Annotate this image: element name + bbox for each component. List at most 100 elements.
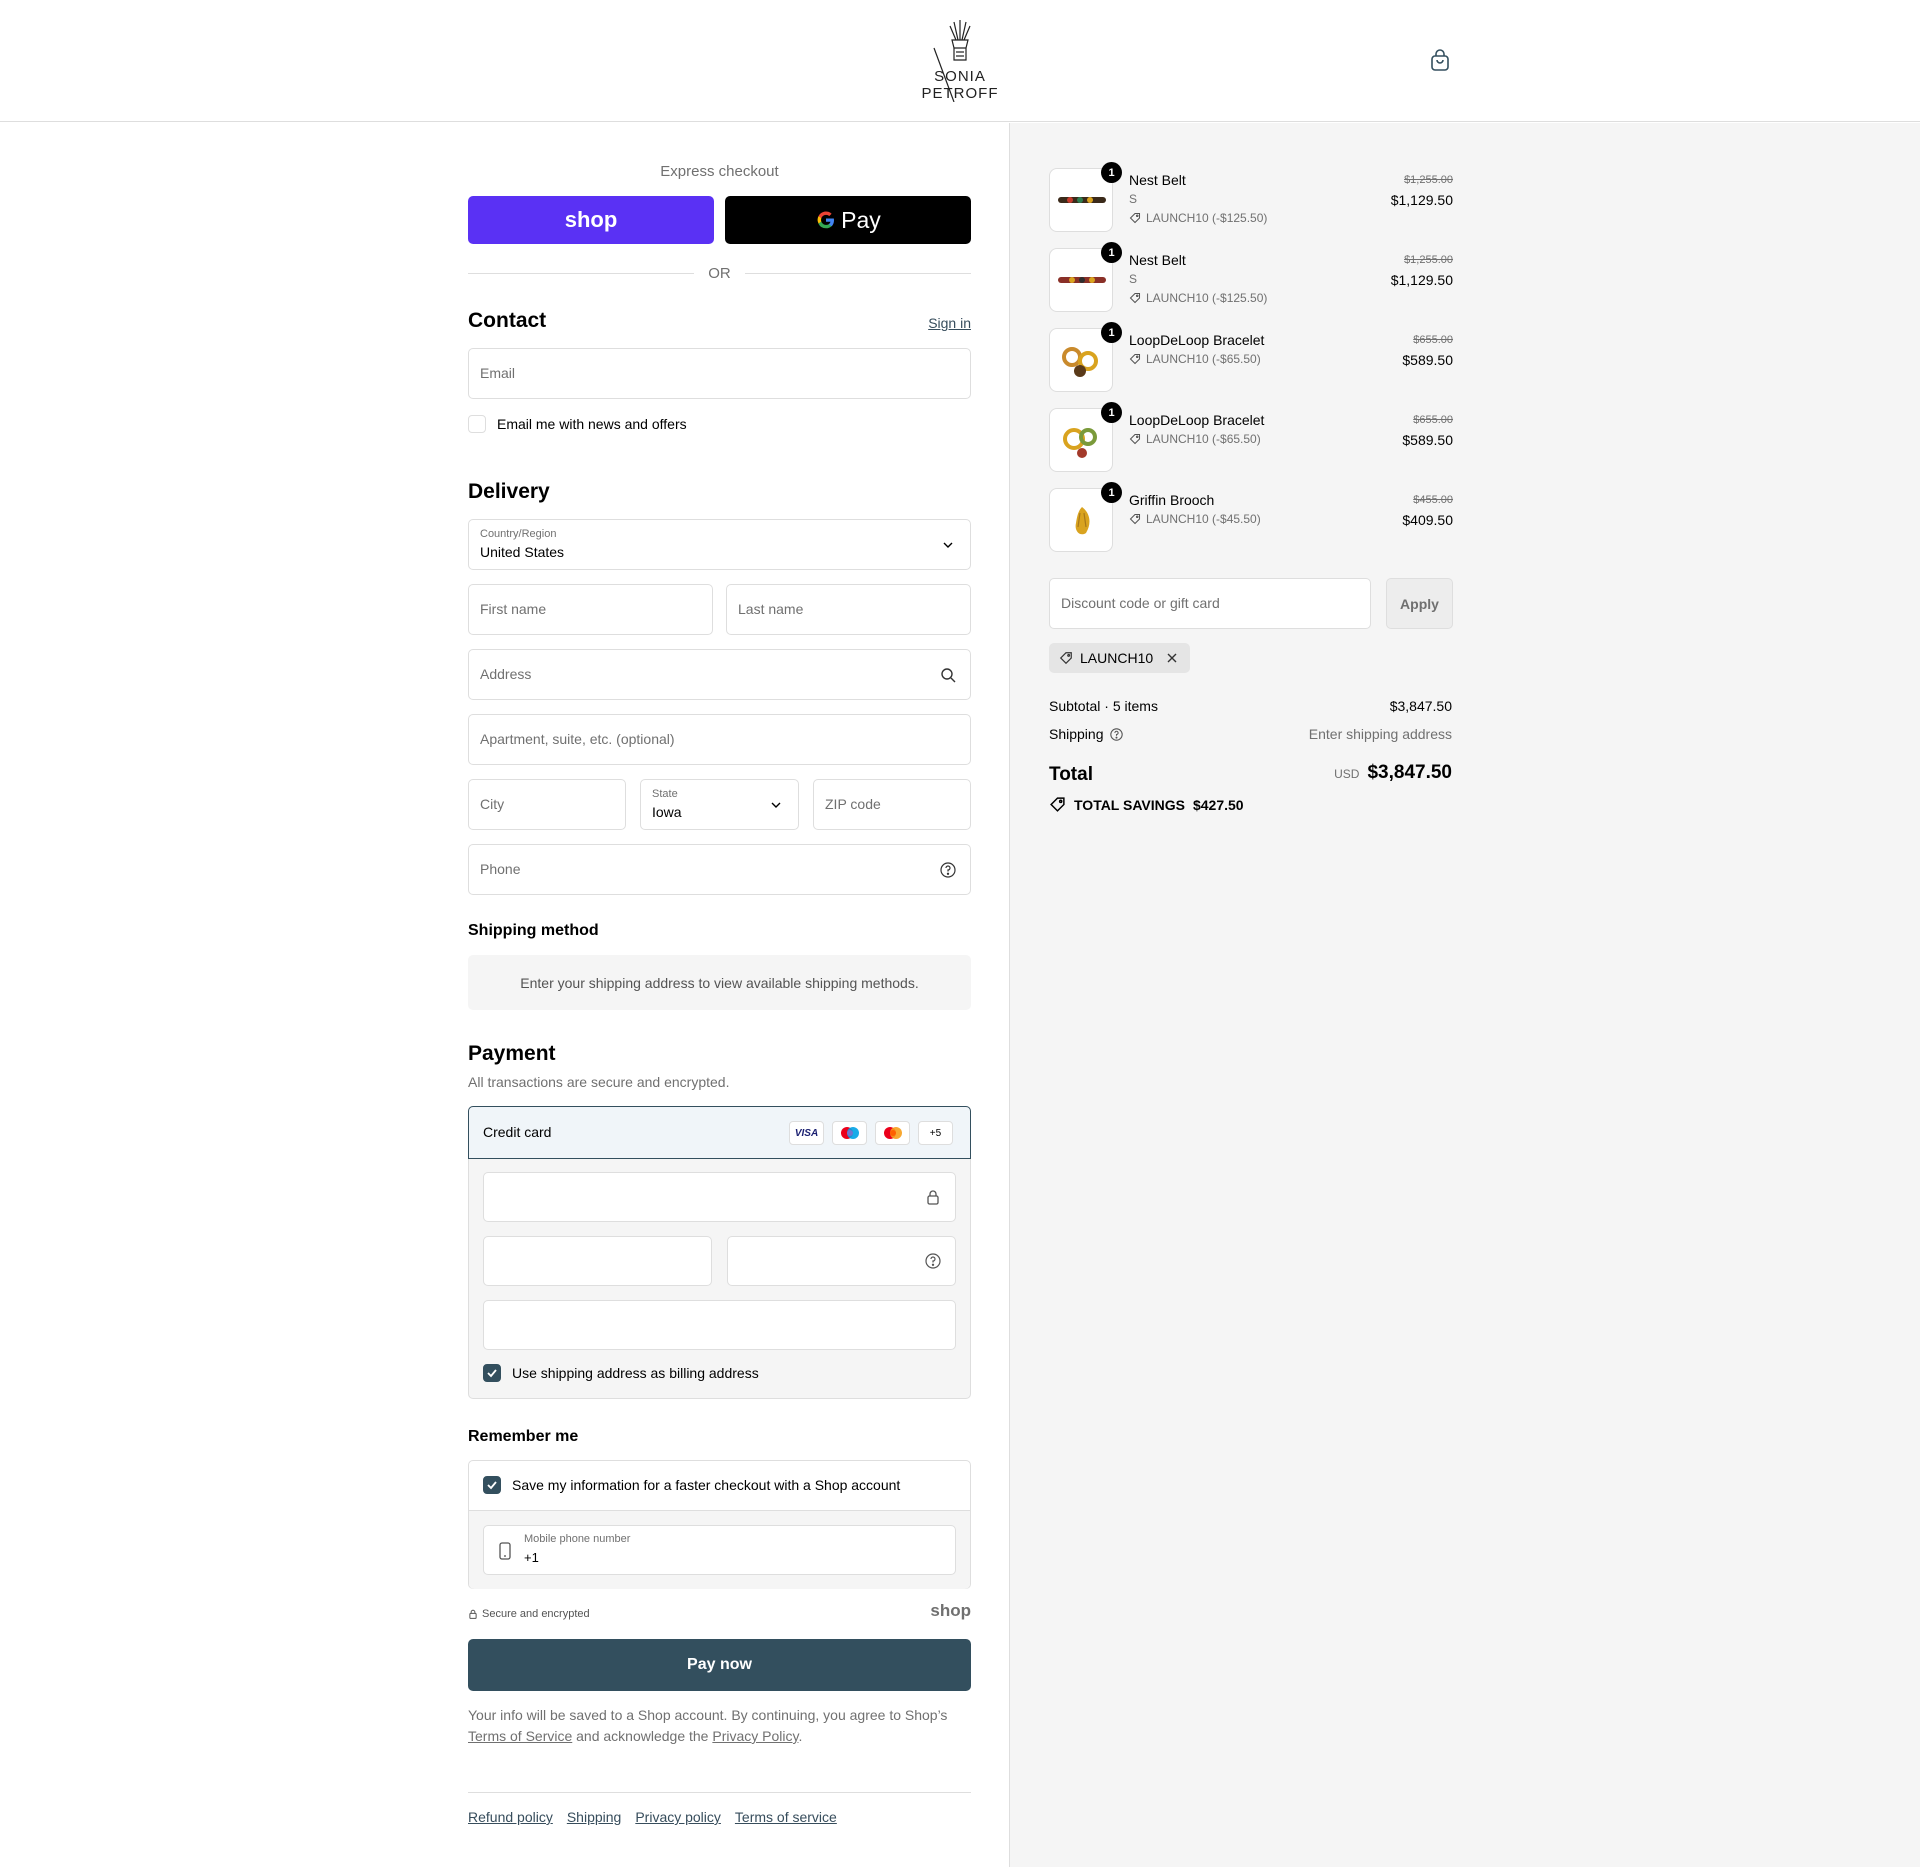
quantity-badge: 1 — [1101, 322, 1122, 343]
item-original-price: $655.00 — [1413, 414, 1453, 426]
item-price: $589.50 — [1402, 432, 1453, 448]
news-checkbox[interactable] — [468, 415, 486, 433]
subtotal-value: $3,847.50 — [1389, 698, 1452, 714]
country-label: Country/Region — [480, 528, 557, 540]
line-item: 1 Griffin Brooch LAUNCH10 (-$45.50) $455… — [1049, 482, 1453, 552]
mobile-phone-field[interactable]: Mobile phone number +1 — [483, 1525, 956, 1575]
item-name: LoopDeLoop Bracelet — [1129, 412, 1265, 428]
subtotal-label: Subtotal · 5 items — [1049, 698, 1158, 714]
line-item: 1 Nest Belt S LAUNCH10 (-$125.50) $1,255… — [1049, 162, 1453, 232]
item-discount-label: LAUNCH10 (-$125.50) — [1146, 211, 1268, 225]
last-name-field[interactable]: Last name — [726, 584, 971, 635]
card-cvv-field[interactable] — [727, 1236, 956, 1286]
currency-code: USD — [1334, 767, 1360, 781]
item-discount: LAUNCH10 (-$125.50) — [1129, 291, 1267, 305]
help-circle-icon[interactable] — [1109, 727, 1123, 741]
total-label: Total — [1049, 764, 1093, 785]
save-info-label: Save my information for a faster checkou… — [512, 1477, 901, 1493]
apartment-placeholder: Apartment, suite, etc. (optional) — [480, 731, 675, 747]
applied-discount-tag: LAUNCH10 — [1049, 643, 1191, 673]
shipping-method-heading: Shipping method — [468, 922, 599, 939]
credit-card-option[interactable]: Credit card VISA +5 — [468, 1106, 971, 1159]
save-info-checkbox[interactable] — [483, 1476, 501, 1494]
legal-text-end: . — [798, 1728, 803, 1744]
pay-now-button[interactable]: Pay now — [468, 1639, 971, 1691]
billing-same-checkbox[interactable] — [483, 1364, 501, 1382]
shipping-method-text: Enter your shipping address to view avai… — [520, 974, 919, 991]
terms-of-service-footer-link[interactable]: Terms of service — [735, 1809, 837, 1825]
terms-of-service-link[interactable]: Terms of Service — [468, 1728, 572, 1744]
lock-icon — [927, 1190, 939, 1205]
item-discount: LAUNCH10 (-$125.50) — [1129, 211, 1267, 225]
close-icon[interactable] — [1166, 652, 1178, 664]
item-original-price: $455.00 — [1413, 494, 1453, 506]
last-name-placeholder: Last name — [738, 601, 804, 617]
google-pay-button[interactable]: Pay — [725, 196, 971, 244]
city-field[interactable]: City — [468, 779, 626, 830]
quantity-badge: 1 — [1101, 402, 1122, 423]
delivery-heading: Delivery — [468, 480, 550, 503]
tag-icon — [1129, 433, 1141, 445]
legal-text-start: Your info will be saved to a Shop accoun… — [468, 1707, 948, 1723]
phone-field[interactable]: Phone — [468, 844, 971, 895]
total-savings-label: TOTAL SAVINGS — [1074, 796, 1185, 813]
brand-logo[interactable]: SONIA PETROFF — [896, 18, 1024, 103]
shipping-row-label: Shipping — [1049, 726, 1123, 742]
checkmark-icon — [487, 1369, 497, 1378]
line-item: 1 LoopDeLoop Bracelet LAUNCH10 (-$65.50)… — [1049, 402, 1453, 472]
express-checkout-label: Express checkout — [660, 163, 779, 180]
shop-logo: shop — [930, 1601, 971, 1620]
country-select[interactable]: Country/Region United States — [468, 519, 971, 570]
discount-code-field[interactable]: Discount code or gift card — [1049, 578, 1371, 629]
line-item: 1 LoopDeLoop Bracelet LAUNCH10 (-$65.50)… — [1049, 322, 1453, 392]
zip-placeholder: ZIP code — [825, 796, 881, 812]
item-discount: LAUNCH10 (-$45.50) — [1129, 512, 1261, 526]
shop-pay-label: shop — [564, 207, 618, 232]
item-price: $1,129.50 — [1390, 192, 1453, 208]
chevron-down-icon — [943, 542, 953, 548]
header: SONIA PETROFF — [0, 0, 1920, 122]
address-field[interactable]: Address — [468, 649, 971, 700]
shopping-bag-icon[interactable] — [1428, 49, 1452, 73]
cardholder-name-field[interactable] — [483, 1300, 956, 1350]
help-circle-icon[interactable] — [940, 862, 956, 878]
shop-pay-button[interactable]: shop — [468, 196, 714, 244]
tag-icon — [1129, 212, 1141, 224]
more-cards-badge: +5 — [918, 1121, 953, 1145]
shipping-policy-link[interactable]: Shipping — [567, 1809, 622, 1825]
lock-icon — [469, 1609, 477, 1619]
secure-note: Secure and encrypted — [468, 1608, 590, 1620]
credit-card-label: Credit card — [483, 1124, 552, 1140]
email-field[interactable]: Email — [468, 348, 971, 399]
apply-button[interactable]: Apply — [1386, 578, 1453, 629]
help-circle-icon[interactable] — [925, 1253, 941, 1269]
state-select[interactable]: State Iowa — [640, 779, 799, 830]
payment-heading: Payment — [468, 1042, 556, 1065]
state-label: State — [652, 788, 678, 800]
credit-card-panel: Credit card VISA +5 Use shipping address… — [468, 1106, 971, 1399]
refund-policy-link[interactable]: Refund policy — [468, 1809, 553, 1825]
privacy-policy-footer-link[interactable]: Privacy policy — [635, 1809, 721, 1825]
total-savings-value: $427.50 — [1192, 796, 1244, 813]
item-price: $589.50 — [1402, 352, 1453, 368]
apartment-field[interactable]: Apartment, suite, etc. (optional) — [468, 714, 971, 765]
item-discount-label: LAUNCH10 (-$65.50) — [1146, 352, 1261, 366]
total-savings: TOTAL SAVINGS $427.50 — [1049, 796, 1244, 813]
mobile-phone-icon — [499, 1542, 511, 1560]
card-expiry-field[interactable] — [483, 1236, 712, 1286]
item-discount: LAUNCH10 (-$65.50) — [1129, 352, 1261, 366]
footer-links: Refund policy Shipping Privacy policy Te… — [468, 1809, 837, 1825]
tag-icon — [1050, 797, 1065, 812]
zip-field[interactable]: ZIP code — [813, 779, 971, 830]
total-amount: USD $3,847.50 — [1334, 762, 1452, 784]
brand-name: SONIA PETROFF — [921, 68, 999, 102]
privacy-policy-link[interactable]: Privacy Policy — [712, 1728, 798, 1744]
address-placeholder: Address — [480, 666, 532, 682]
first-name-field[interactable]: First name — [468, 584, 713, 635]
billing-same-label: Use shipping address as billing address — [512, 1365, 759, 1381]
quantity-badge: 1 — [1101, 242, 1122, 263]
sign-in-link[interactable]: Sign in — [928, 315, 971, 331]
card-number-field[interactable] — [483, 1172, 956, 1222]
maestro-icon — [832, 1121, 867, 1145]
remember-me-panel: Save my information for a faster checkou… — [468, 1460, 971, 1589]
